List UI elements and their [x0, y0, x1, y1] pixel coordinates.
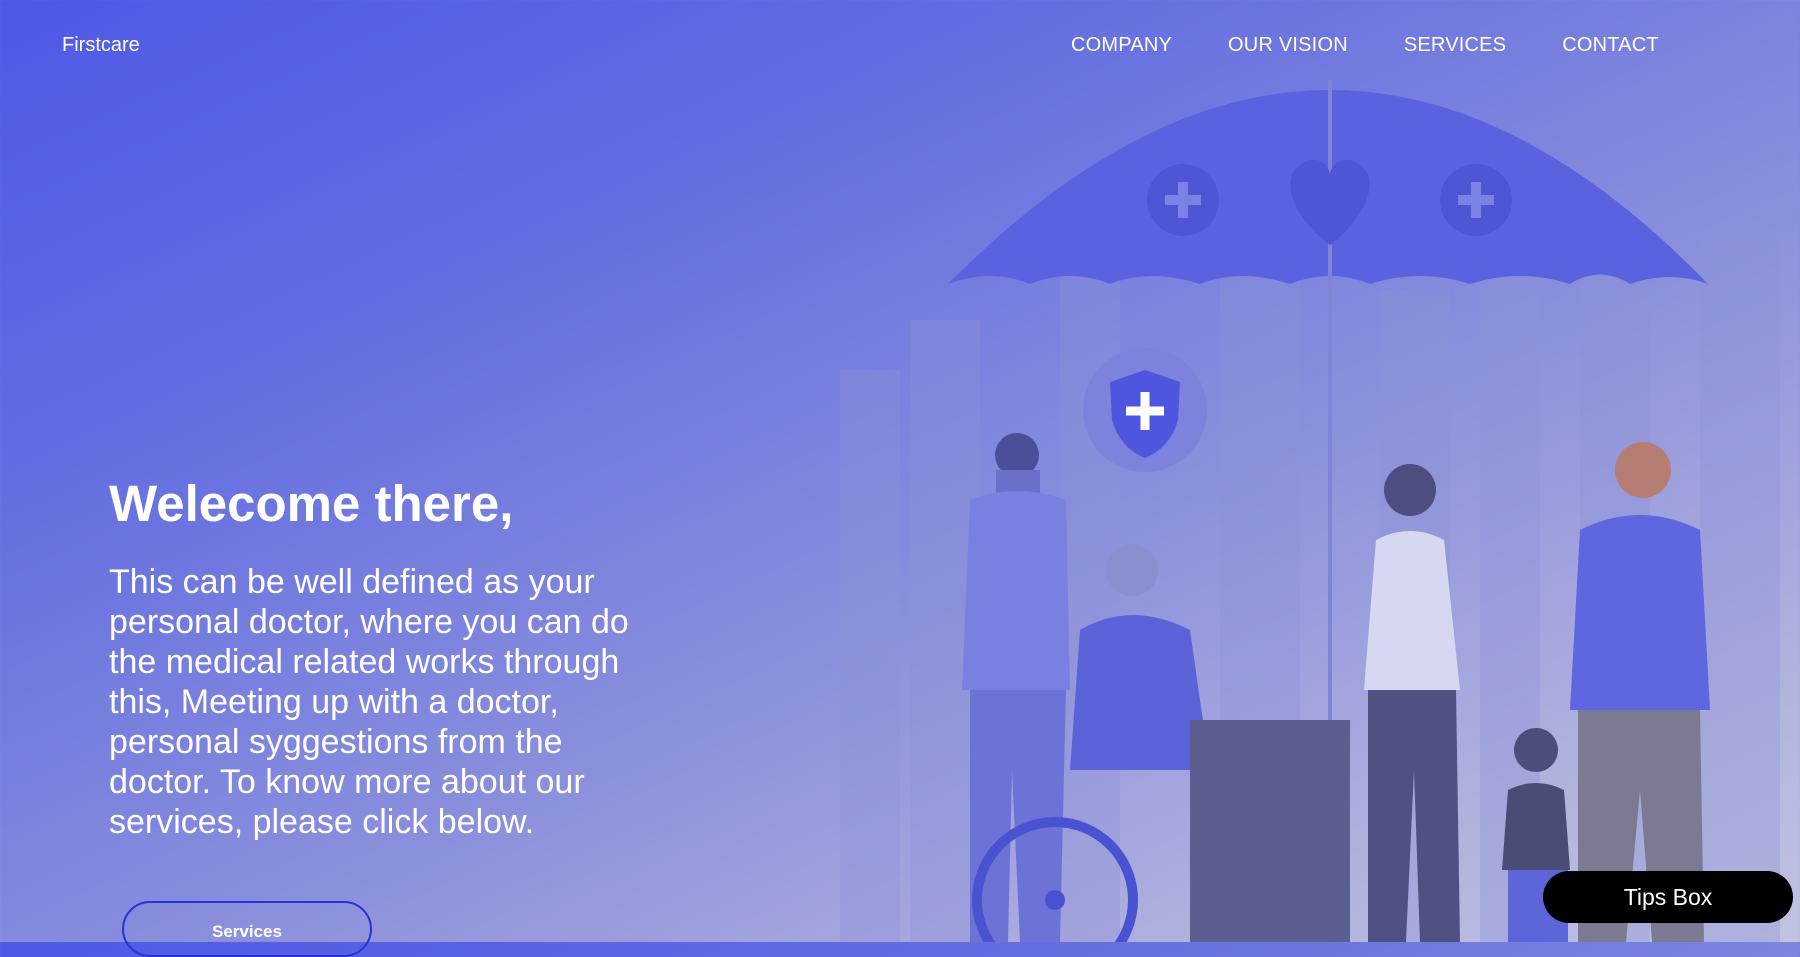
- brand-logo[interactable]: Firstcare: [62, 34, 140, 57]
- hero-description: This can be well defined as your persona…: [109, 563, 629, 841]
- nav-link-company[interactable]: COMPANY: [1071, 34, 1172, 57]
- hero-section: Welecome there, This can be well defined…: [109, 474, 669, 842]
- hero-title: Welecome there,: [109, 475, 514, 532]
- nav-link-contact[interactable]: CONTACT: [1562, 34, 1659, 57]
- nurse-figure: [962, 433, 1070, 942]
- tips-box-button[interactable]: Tips Box: [1543, 871, 1793, 923]
- nav-link-services[interactable]: SERVICES: [1404, 34, 1506, 57]
- shield-icon: [1083, 348, 1207, 472]
- top-navigation: Firstcare COMPANY OUR VISION SERVICES CO…: [0, 0, 1800, 92]
- healthcare-family-illustration: [840, 80, 1780, 942]
- nav-link-our-vision[interactable]: OUR VISION: [1228, 34, 1348, 57]
- services-button[interactable]: Services: [122, 901, 372, 957]
- nav-links: COMPANY OUR VISION SERVICES CONTACT: [1071, 34, 1715, 57]
